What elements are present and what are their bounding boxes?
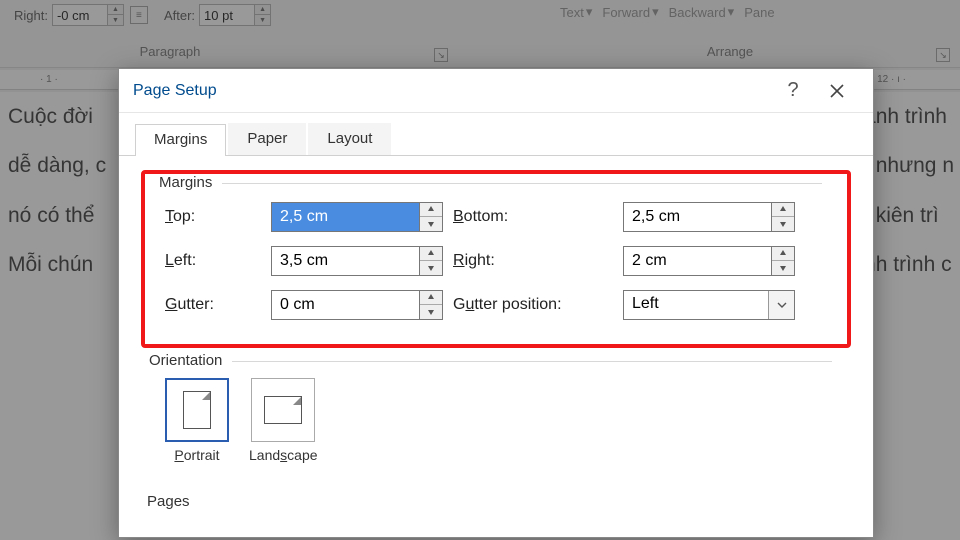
- page-setup-dialog: Page Setup ? Margins Paper Layout Margin…: [118, 68, 874, 538]
- dialog-title: Page Setup: [133, 82, 771, 100]
- right-label: Right:: [453, 252, 613, 270]
- gutter-input[interactable]: [272, 291, 419, 319]
- spin-down-icon[interactable]: [420, 217, 442, 231]
- right-input[interactable]: [624, 247, 771, 275]
- chevron-down-icon[interactable]: [768, 291, 794, 319]
- close-button[interactable]: [815, 71, 859, 111]
- portrait-page-icon: [183, 391, 211, 429]
- top-input[interactable]: [272, 203, 419, 231]
- spin-up-icon[interactable]: [772, 247, 794, 261]
- gutter-position-label: Gutter position:: [453, 296, 613, 314]
- pages-section-label: Pages: [147, 493, 851, 510]
- gutter-field[interactable]: [271, 290, 443, 320]
- highlight-annotation: Margins Top: Bottom: Left:: [141, 170, 851, 348]
- help-button[interactable]: ?: [771, 71, 815, 111]
- orientation-portrait[interactable]: Portrait: [165, 378, 229, 463]
- gutter-position-value: Left: [624, 291, 768, 319]
- dialog-tabs: Margins Paper Layout: [119, 113, 873, 156]
- spin-down-icon[interactable]: [772, 261, 794, 275]
- landscape-label: Landscape: [249, 447, 318, 463]
- right-field[interactable]: [623, 246, 795, 276]
- spin-down-icon[interactable]: [420, 261, 442, 275]
- spin-down-icon[interactable]: [772, 217, 794, 231]
- margins-legend: Margins: [155, 174, 216, 191]
- orientation-fieldset: Orientation Portrait Landscape: [141, 354, 851, 477]
- left-field[interactable]: [271, 246, 443, 276]
- spin-down-icon[interactable]: [420, 305, 442, 319]
- bottom-input[interactable]: [624, 203, 771, 231]
- orientation-landscape[interactable]: Landscape: [249, 378, 318, 463]
- tab-margins[interactable]: Margins: [135, 124, 226, 156]
- spin-up-icon[interactable]: [420, 247, 442, 261]
- left-input[interactable]: [272, 247, 419, 275]
- gutter-label: Gutter:: [165, 296, 261, 314]
- gutter-position-dropdown[interactable]: Left: [623, 290, 795, 320]
- spin-up-icon[interactable]: [420, 291, 442, 305]
- orientation-legend: Orientation: [145, 352, 226, 369]
- close-icon: [829, 83, 845, 99]
- spin-up-icon[interactable]: [420, 203, 442, 217]
- portrait-label: Portrait: [174, 447, 219, 463]
- dialog-titlebar: Page Setup ?: [119, 69, 873, 113]
- bottom-field[interactable]: [623, 202, 795, 232]
- spin-up-icon[interactable]: [772, 203, 794, 217]
- top-label: Top:: [165, 208, 261, 226]
- tab-layout[interactable]: Layout: [308, 123, 391, 155]
- tab-paper[interactable]: Paper: [228, 123, 306, 155]
- margins-fieldset: Margins Top: Bottom: Left:: [151, 176, 841, 334]
- top-field[interactable]: [271, 202, 443, 232]
- landscape-page-icon: [264, 396, 302, 424]
- left-label: Left:: [165, 252, 261, 270]
- bottom-label: Bottom:: [453, 208, 613, 226]
